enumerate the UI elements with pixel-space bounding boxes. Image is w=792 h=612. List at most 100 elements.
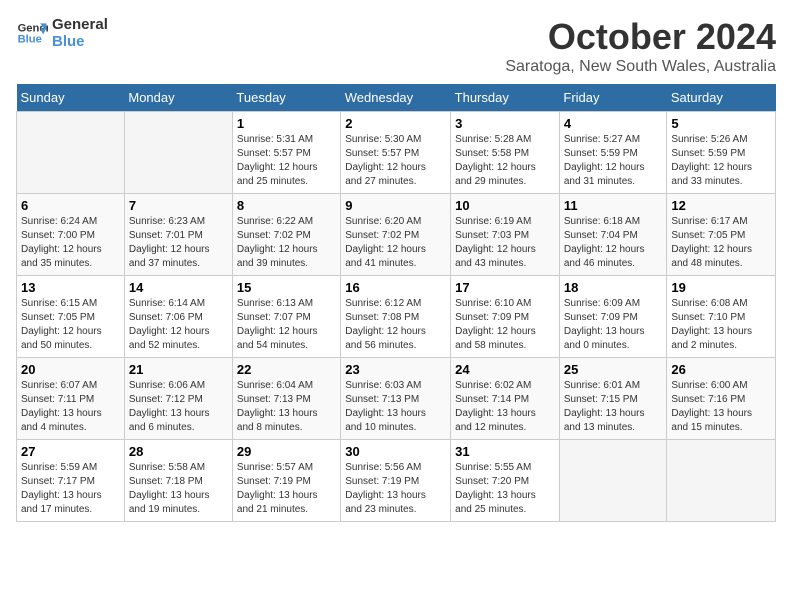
day-number: 12 [671, 198, 771, 213]
day-info: Sunrise: 5:55 AM Sunset: 7:20 PM Dayligh… [455, 461, 555, 517]
day-number: 25 [564, 362, 663, 377]
day-info: Sunrise: 6:15 AM Sunset: 7:05 PM Dayligh… [21, 297, 120, 353]
header-tuesday: Tuesday [232, 84, 340, 112]
day-cell: 15 Sunrise: 6:13 AM Sunset: 7:07 PM Dayli… [232, 276, 340, 358]
day-cell [17, 112, 125, 194]
day-info: Sunrise: 6:20 AM Sunset: 7:02 PM Dayligh… [345, 215, 446, 271]
day-cell: 11 Sunrise: 6:18 AM Sunset: 7:04 PM Dayli… [559, 194, 667, 276]
day-cell: 9 Sunrise: 6:20 AM Sunset: 7:02 PM Daylig… [341, 194, 451, 276]
day-number: 13 [21, 280, 120, 295]
week-row-0: 1 Sunrise: 5:31 AM Sunset: 5:57 PM Daylig… [17, 112, 776, 194]
logo-line2: Blue [52, 33, 108, 50]
day-cell: 25 Sunrise: 6:01 AM Sunset: 7:15 PM Dayli… [559, 358, 667, 440]
day-number: 2 [345, 116, 446, 131]
day-info: Sunrise: 6:04 AM Sunset: 7:13 PM Dayligh… [237, 379, 336, 435]
day-number: 14 [129, 280, 228, 295]
day-cell: 23Sunrise: 6:03 AM Sunset: 7:13 PM Dayli… [341, 358, 451, 440]
header-saturday: Saturday [667, 84, 776, 112]
day-cell: 14Sunrise: 6:14 AM Sunset: 7:06 PM Dayli… [124, 276, 232, 358]
day-cell: 2 Sunrise: 5:30 AM Sunset: 5:57 PM Daylig… [341, 112, 451, 194]
svg-text:Blue: Blue [18, 34, 42, 46]
day-cell: 29Sunrise: 5:57 AM Sunset: 7:19 PM Dayli… [232, 440, 340, 522]
day-number: 19 [671, 280, 771, 295]
day-info: Sunrise: 5:27 AM Sunset: 5:59 PM Dayligh… [564, 133, 663, 189]
day-cell: 27 Sunrise: 5:59 AM Sunset: 7:17 PM Dayli… [17, 440, 125, 522]
day-cell: 30Sunrise: 5:56 AM Sunset: 7:19 PM Dayli… [341, 440, 451, 522]
day-info: Sunrise: 6:01 AM Sunset: 7:15 PM Dayligh… [564, 379, 663, 435]
day-info: Sunrise: 6:24 AM Sunset: 7:00 PM Dayligh… [21, 215, 120, 271]
day-info: Sunrise: 5:56 AM Sunset: 7:19 PM Dayligh… [345, 461, 446, 517]
day-number: 15 [237, 280, 336, 295]
day-cell: 24Sunrise: 6:02 AM Sunset: 7:14 PM Dayli… [451, 358, 560, 440]
logo: General Blue General Blue [16, 16, 108, 50]
day-number: 1 [237, 116, 336, 131]
day-number: 23 [345, 362, 446, 377]
header-sunday: Sunday [17, 84, 125, 112]
day-cell: 12 Sunrise: 6:17 AM Sunset: 7:05 PM Dayli… [667, 194, 776, 276]
day-number: 26 [671, 362, 771, 377]
day-info: Sunrise: 6:07 AM Sunset: 7:11 PM Dayligh… [21, 379, 120, 435]
day-number: 16 [345, 280, 446, 295]
day-cell: 20 Sunrise: 6:07 AM Sunset: 7:11 PM Dayli… [17, 358, 125, 440]
header-friday: Friday [559, 84, 667, 112]
day-cell: 7 Sunrise: 6:23 AM Sunset: 7:01 PM Daylig… [124, 194, 232, 276]
day-number: 4 [564, 116, 663, 131]
day-info: Sunrise: 6:13 AM Sunset: 7:07 PM Dayligh… [237, 297, 336, 353]
calendar-subtitle: Saratoga, New South Wales, Australia [505, 58, 776, 76]
day-info: Sunrise: 6:00 AM Sunset: 7:16 PM Dayligh… [671, 379, 771, 435]
week-row-4: 27 Sunrise: 5:59 AM Sunset: 7:17 PM Dayli… [17, 440, 776, 522]
day-info: Sunrise: 5:58 AM Sunset: 7:18 PM Dayligh… [129, 461, 228, 517]
day-cell: 22 Sunrise: 6:04 AM Sunset: 7:13 PM Dayli… [232, 358, 340, 440]
day-number: 20 [21, 362, 120, 377]
day-info: Sunrise: 5:57 AM Sunset: 7:19 PM Dayligh… [237, 461, 336, 517]
header-wednesday: Wednesday [341, 84, 451, 112]
day-number: 6 [21, 198, 120, 213]
day-cell [124, 112, 232, 194]
day-info: Sunrise: 6:10 AM Sunset: 7:09 PM Dayligh… [455, 297, 555, 353]
week-row-2: 13 Sunrise: 6:15 AM Sunset: 7:05 PM Dayli… [17, 276, 776, 358]
week-row-3: 20 Sunrise: 6:07 AM Sunset: 7:11 PM Dayli… [17, 358, 776, 440]
day-number: 21 [129, 362, 228, 377]
day-number: 7 [129, 198, 228, 213]
day-cell: 26 Sunrise: 6:00 AM Sunset: 7:16 PM Dayli… [667, 358, 776, 440]
day-cell: 5Sunrise: 5:26 AM Sunset: 5:59 PM Daylig… [667, 112, 776, 194]
day-info: Sunrise: 6:19 AM Sunset: 7:03 PM Dayligh… [455, 215, 555, 271]
header-thursday: Thursday [451, 84, 560, 112]
day-info: Sunrise: 6:23 AM Sunset: 7:01 PM Dayligh… [129, 215, 228, 271]
logo-icon: General Blue [16, 17, 48, 49]
day-info: Sunrise: 6:08 AM Sunset: 7:10 PM Dayligh… [671, 297, 771, 353]
day-info: Sunrise: 6:22 AM Sunset: 7:02 PM Dayligh… [237, 215, 336, 271]
day-cell: 3 Sunrise: 5:28 AM Sunset: 5:58 PM Daylig… [451, 112, 560, 194]
day-number: 31 [455, 444, 555, 459]
day-cell: 8 Sunrise: 6:22 AM Sunset: 7:02 PM Daylig… [232, 194, 340, 276]
day-info: Sunrise: 6:18 AM Sunset: 7:04 PM Dayligh… [564, 215, 663, 271]
day-cell: 4 Sunrise: 5:27 AM Sunset: 5:59 PM Daylig… [559, 112, 667, 194]
day-info: Sunrise: 6:02 AM Sunset: 7:14 PM Dayligh… [455, 379, 555, 435]
day-info: Sunrise: 5:59 AM Sunset: 7:17 PM Dayligh… [21, 461, 120, 517]
day-cell: 19 Sunrise: 6:08 AM Sunset: 7:10 PM Dayli… [667, 276, 776, 358]
page-header: General Blue General Blue October 2024 S… [16, 16, 776, 76]
day-number: 28 [129, 444, 228, 459]
day-info: Sunrise: 6:09 AM Sunset: 7:09 PM Dayligh… [564, 297, 663, 353]
day-info: Sunrise: 5:26 AM Sunset: 5:59 PM Dayligh… [671, 133, 771, 189]
day-number: 9 [345, 198, 446, 213]
day-number: 18 [564, 280, 663, 295]
day-number: 8 [237, 198, 336, 213]
day-number: 17 [455, 280, 555, 295]
day-info: Sunrise: 5:28 AM Sunset: 5:58 PM Dayligh… [455, 133, 555, 189]
day-cell: 31 Sunrise: 5:55 AM Sunset: 7:20 PM Dayli… [451, 440, 560, 522]
day-cell: 16 Sunrise: 6:12 AM Sunset: 7:08 PM Dayli… [341, 276, 451, 358]
day-cell: 28 Sunrise: 5:58 AM Sunset: 7:18 PM Dayli… [124, 440, 232, 522]
day-info: Sunrise: 6:06 AM Sunset: 7:12 PM Dayligh… [129, 379, 228, 435]
day-info: Sunrise: 5:31 AM Sunset: 5:57 PM Dayligh… [237, 133, 336, 189]
day-number: 10 [455, 198, 555, 213]
day-info: Sunrise: 5:30 AM Sunset: 5:57 PM Dayligh… [345, 133, 446, 189]
day-info: Sunrise: 6:12 AM Sunset: 7:08 PM Dayligh… [345, 297, 446, 353]
day-number: 22 [237, 362, 336, 377]
day-cell [559, 440, 667, 522]
day-cell [667, 440, 776, 522]
day-number: 11 [564, 198, 663, 213]
day-info: Sunrise: 6:17 AM Sunset: 7:05 PM Dayligh… [671, 215, 771, 271]
day-number: 3 [455, 116, 555, 131]
day-number: 27 [21, 444, 120, 459]
